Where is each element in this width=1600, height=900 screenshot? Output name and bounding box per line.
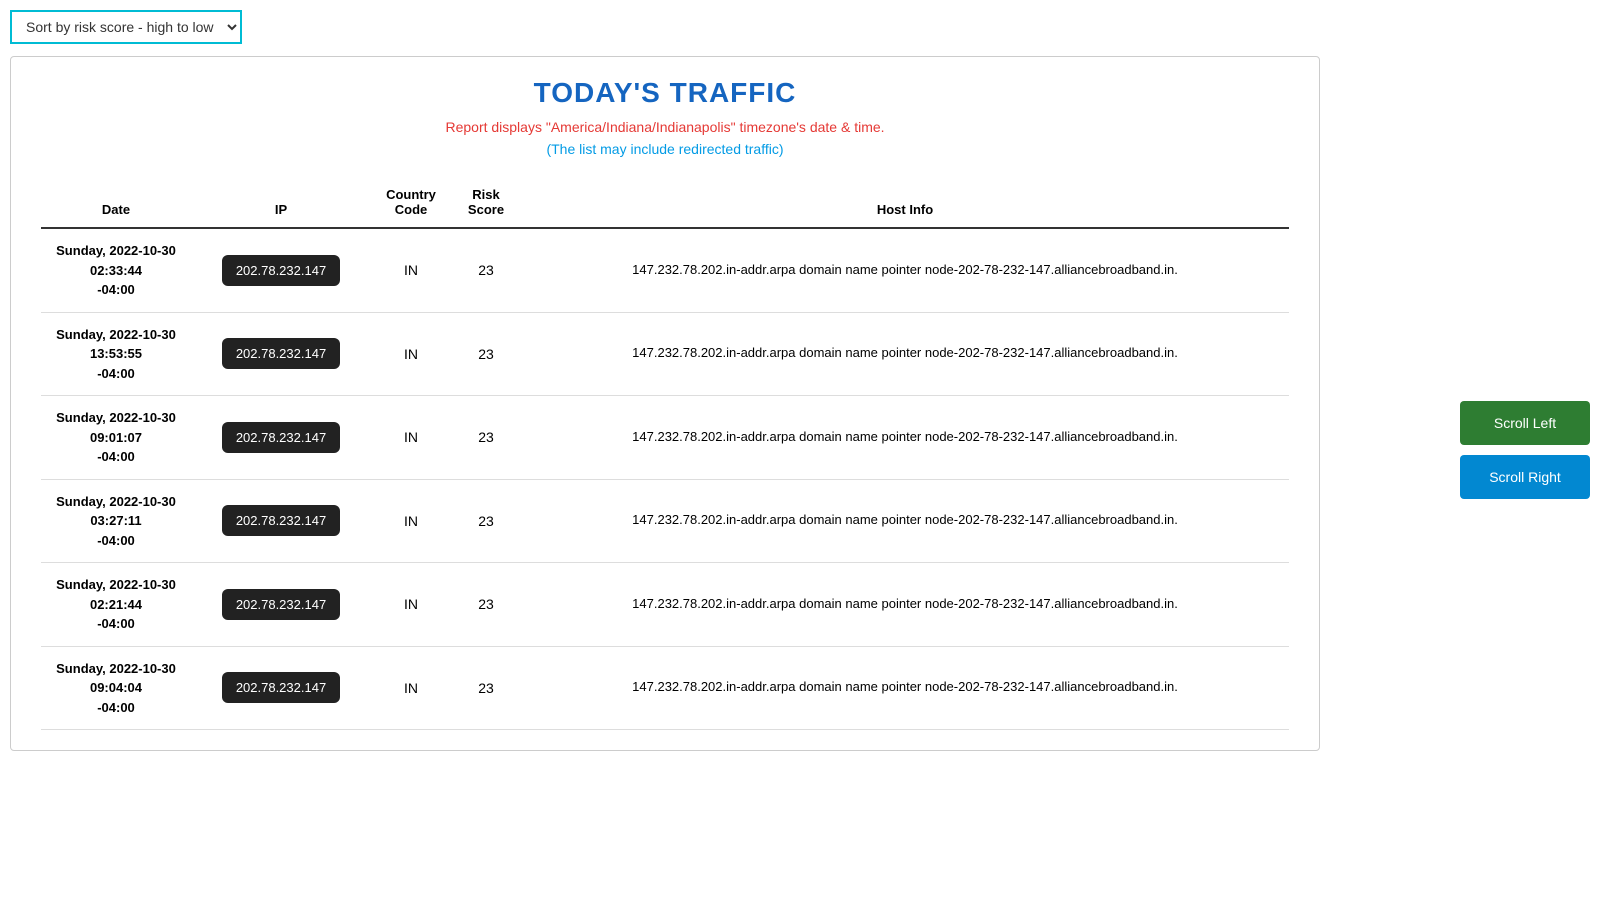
ip-badge: 202.78.232.147 bbox=[222, 672, 340, 703]
table-row: Sunday, 2022-10-3002:21:44-04:00 202.78.… bbox=[41, 563, 1289, 647]
cell-risk-score: 23 bbox=[451, 563, 521, 647]
table-row: Sunday, 2022-10-3003:27:11-04:00 202.78.… bbox=[41, 479, 1289, 563]
cell-host-info: 147.232.78.202.in-addr.arpa domain name … bbox=[521, 563, 1289, 647]
cell-host-info: 147.232.78.202.in-addr.arpa domain name … bbox=[521, 312, 1289, 396]
table-row: Sunday, 2022-10-3013:53:55-04:00 202.78.… bbox=[41, 312, 1289, 396]
cell-ip: 202.78.232.147 bbox=[191, 479, 371, 563]
cell-risk-score: 23 bbox=[451, 646, 521, 730]
cell-date: Sunday, 2022-10-3002:33:44-04:00 bbox=[41, 228, 191, 312]
ip-badge: 202.78.232.147 bbox=[222, 589, 340, 620]
cell-date: Sunday, 2022-10-3002:21:44-04:00 bbox=[41, 563, 191, 647]
cell-country-code: IN bbox=[371, 563, 451, 647]
report-title: TODAY'S TRAFFIC bbox=[41, 77, 1289, 109]
col-header-ip: IP bbox=[191, 177, 371, 228]
ip-badge: 202.78.232.147 bbox=[222, 338, 340, 369]
sort-select-wrapper: Sort by risk score - high to lowSort by … bbox=[10, 10, 1590, 44]
col-header-country-code: CountryCode bbox=[371, 177, 451, 228]
cell-risk-score: 23 bbox=[451, 396, 521, 480]
cell-country-code: IN bbox=[371, 396, 451, 480]
table-row: Sunday, 2022-10-3009:04:04-04:00 202.78.… bbox=[41, 646, 1289, 730]
col-header-date: Date bbox=[41, 177, 191, 228]
cell-ip: 202.78.232.147 bbox=[191, 228, 371, 312]
table-row: Sunday, 2022-10-3009:01:07-04:00 202.78.… bbox=[41, 396, 1289, 480]
scroll-left-button[interactable]: Scroll Left bbox=[1460, 401, 1590, 445]
ip-badge: 202.78.232.147 bbox=[222, 422, 340, 453]
cell-ip: 202.78.232.147 bbox=[191, 396, 371, 480]
cell-ip: 202.78.232.147 bbox=[191, 563, 371, 647]
ip-badge: 202.78.232.147 bbox=[222, 505, 340, 536]
cell-country-code: IN bbox=[371, 479, 451, 563]
cell-host-info: 147.232.78.202.in-addr.arpa domain name … bbox=[521, 646, 1289, 730]
report-note: (The list may include redirected traffic… bbox=[41, 141, 1289, 157]
cell-ip: 202.78.232.147 bbox=[191, 646, 371, 730]
col-header-host-info: Host Info bbox=[521, 177, 1289, 228]
report-subtitle: Report displays "America/Indiana/Indiana… bbox=[41, 119, 1289, 135]
traffic-table: Date IP CountryCode RiskScore Host Info … bbox=[41, 177, 1289, 730]
cell-country-code: IN bbox=[371, 646, 451, 730]
cell-host-info: 147.232.78.202.in-addr.arpa domain name … bbox=[521, 396, 1289, 480]
cell-host-info: 147.232.78.202.in-addr.arpa domain name … bbox=[521, 479, 1289, 563]
table-header-row: Date IP CountryCode RiskScore Host Info bbox=[41, 177, 1289, 228]
sort-select[interactable]: Sort by risk score - high to lowSort by … bbox=[10, 10, 242, 44]
scroll-right-button[interactable]: Scroll Right bbox=[1460, 455, 1590, 499]
cell-date: Sunday, 2022-10-3009:01:07-04:00 bbox=[41, 396, 191, 480]
cell-date: Sunday, 2022-10-3013:53:55-04:00 bbox=[41, 312, 191, 396]
cell-risk-score: 23 bbox=[451, 228, 521, 312]
col-header-risk-score: RiskScore bbox=[451, 177, 521, 228]
scroll-buttons-container: Scroll Left Scroll Right bbox=[1460, 401, 1590, 499]
cell-risk-score: 23 bbox=[451, 479, 521, 563]
cell-date: Sunday, 2022-10-3009:04:04-04:00 bbox=[41, 646, 191, 730]
main-card: TODAY'S TRAFFIC Report displays "America… bbox=[10, 56, 1320, 751]
cell-risk-score: 23 bbox=[451, 312, 521, 396]
ip-badge: 202.78.232.147 bbox=[222, 255, 340, 286]
cell-country-code: IN bbox=[371, 228, 451, 312]
cell-country-code: IN bbox=[371, 312, 451, 396]
cell-date: Sunday, 2022-10-3003:27:11-04:00 bbox=[41, 479, 191, 563]
cell-ip: 202.78.232.147 bbox=[191, 312, 371, 396]
table-body: Sunday, 2022-10-3002:33:44-04:00 202.78.… bbox=[41, 228, 1289, 730]
table-row: Sunday, 2022-10-3002:33:44-04:00 202.78.… bbox=[41, 228, 1289, 312]
cell-host-info: 147.232.78.202.in-addr.arpa domain name … bbox=[521, 228, 1289, 312]
